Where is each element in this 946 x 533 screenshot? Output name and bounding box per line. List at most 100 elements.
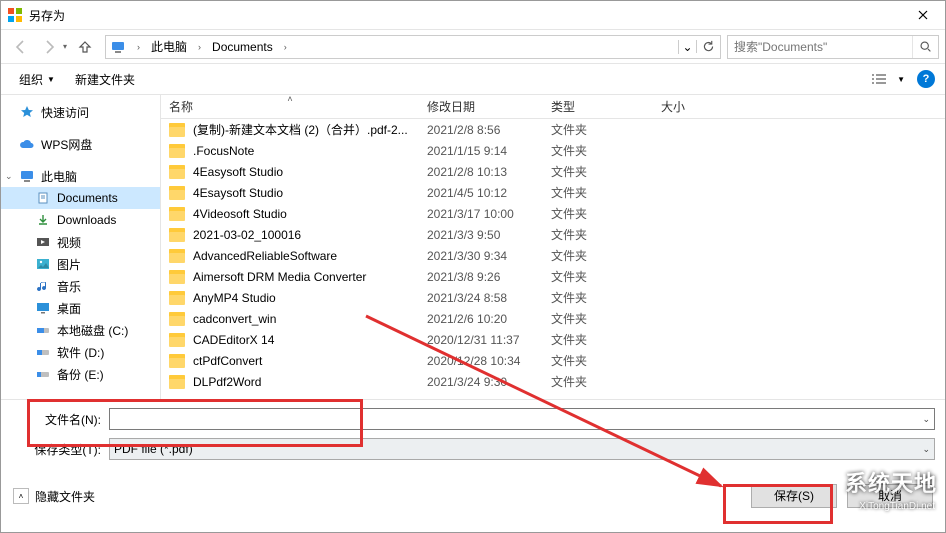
sidebar-item-cdrive[interactable]: 本地磁盘 (C:) [1,319,160,341]
drive-icon [35,322,51,338]
file-row[interactable]: cadconvert_win2021/2/6 10:20文件夹 [161,308,945,329]
file-row[interactable]: DLPdf2Word2021/3/24 9:30文件夹 [161,371,945,392]
file-date: 2021/3/8 9:26 [419,270,543,284]
sidebar-item-desktop[interactable]: 桌面 [1,297,160,319]
filetype-select[interactable]: PDF file (*.pdf) ⌄ [109,438,935,460]
file-row[interactable]: 2021-03-02_1000162021/3/3 9:50文件夹 [161,224,945,245]
address-history-dropdown[interactable]: ⌄ [678,40,696,54]
sidebar-item-edrive[interactable]: 备份 (E:) [1,363,160,385]
folder-icon [169,291,185,305]
folder-icon [169,312,185,326]
view-options-button[interactable]: ▼ [866,72,909,86]
column-name[interactable]: 名称˄ [161,95,419,118]
search-box[interactable] [727,35,939,59]
sidebar-label: Downloads [57,213,116,227]
sidebar-item-wps[interactable]: WPS网盘 [1,133,160,155]
column-date[interactable]: 修改日期 [419,95,543,118]
sidebar-item-pictures[interactable]: 图片 [1,253,160,275]
sidebar-item-documents[interactable]: Documents [1,187,160,209]
folder-icon [169,333,185,347]
file-type: 文件夹 [543,121,653,138]
organize-button[interactable]: 组织▼ [11,68,63,91]
column-size[interactable]: 大小 [653,95,763,118]
sidebar-item-downloads[interactable]: Downloads [1,209,160,231]
breadcrumb-documents[interactable]: Documents [208,36,277,58]
sort-asc-icon: ˄ [287,94,292,104]
file-name: .FocusNote [193,144,254,158]
save-button[interactable]: 保存(S) [751,484,837,508]
drive-icon [35,366,51,382]
hide-folders-toggle[interactable]: ˄ 隐藏文件夹 [13,488,95,505]
sidebar-item-ddrive[interactable]: 软件 (D:) [1,341,160,363]
column-headers: 名称˄ 修改日期 类型 大小 [161,95,945,119]
nav-forward-button[interactable] [35,33,63,61]
search-icon[interactable] [912,36,938,58]
file-date: 2021/1/15 9:14 [419,144,543,158]
new-folder-button[interactable]: 新建文件夹 [67,68,143,91]
file-row[interactable]: ctPdfConvert2020/12/28 10:34文件夹 [161,350,945,371]
sidebar-label: 此电脑 [41,168,77,185]
file-row[interactable]: (复制)-新建文本文档 (2)（合并）.pdf-2...2021/2/8 8:5… [161,119,945,140]
file-row[interactable]: .FocusNote2021/1/15 9:14文件夹 [161,140,945,161]
sidebar-item-quick-access[interactable]: 快速访问 [1,101,160,123]
folder-icon [169,228,185,242]
video-icon [35,234,51,250]
file-name: cadconvert_win [193,312,276,326]
column-type[interactable]: 类型 [543,95,653,118]
folder-icon [169,144,185,158]
sidebar-label: 快速访问 [41,104,89,121]
pictures-icon [35,256,51,272]
filetype-value: PDF file (*.pdf) [114,442,193,456]
folder-icon [169,186,185,200]
file-type: 文件夹 [543,247,653,264]
file-row[interactable]: AdvancedReliableSoftware 2021/3/30 9:34文件… [161,245,945,266]
help-button[interactable]: ? [917,70,935,88]
file-date: 2021/3/24 8:58 [419,291,543,305]
expand-caret-icon[interactable]: ⌄ [5,171,13,182]
file-row[interactable]: CADEditorX 142020/12/31 11:37文件夹 [161,329,945,350]
nav-back-button[interactable] [7,33,35,61]
watermark-url: XiTongTianDi.net [859,501,935,512]
sidebar-label: 视频 [57,234,81,251]
file-row[interactable]: 4Easysoft Studio2021/2/8 10:13文件夹 [161,161,945,182]
file-row[interactable]: 4Videosoft Studio2021/3/17 10:00文件夹 [161,203,945,224]
file-type: 文件夹 [543,310,653,327]
window-close-button[interactable] [901,1,945,29]
file-row[interactable]: 4Esaysoft Studio2021/4/5 10:12文件夹 [161,182,945,203]
file-type: 文件夹 [543,289,653,306]
file-row[interactable]: Aimersoft DRM Media Converter 2021/3/8 9:… [161,266,945,287]
filetype-dropdown-icon[interactable]: ⌄ [922,444,930,455]
file-type: 文件夹 [543,205,653,222]
new-folder-label: 新建文件夹 [75,71,135,88]
hide-folders-label: 隐藏文件夹 [35,488,95,505]
folder-icon [169,354,185,368]
filename-dropdown-icon[interactable]: ⌄ [922,414,930,425]
search-input[interactable] [728,40,912,54]
sidebar-label: 软件 (D:) [57,344,104,361]
sidebar-item-videos[interactable]: 视频 [1,231,160,253]
folder-icon [169,207,185,221]
address-bar[interactable]: › 此电脑 › Documents › ⌄ [105,35,721,59]
file-name: DLPdf2Word [193,375,261,389]
breadcrumb-thispc[interactable]: 此电脑 [147,36,191,58]
sidebar-label: WPS网盘 [41,136,92,153]
filename-input[interactable]: ⌄ [109,408,935,430]
file-date: 2021/2/8 10:13 [419,165,543,179]
file-name: CADEditorX 14 [193,333,274,347]
file-type: 文件夹 [543,226,653,243]
file-name: 2021-03-02_100016 [193,228,301,242]
nav-up-button[interactable] [71,33,99,61]
sidebar-item-music[interactable]: 音乐 [1,275,160,297]
file-date: 2021/4/5 10:12 [419,186,543,200]
sidebar-label: 桌面 [57,300,81,317]
sidebar-item-thispc[interactable]: ⌄ 此电脑 [1,165,160,187]
file-row[interactable]: AnyMP4 Studio2021/3/24 8:58文件夹 [161,287,945,308]
file-date: 2021/3/30 9:34 [419,249,543,263]
filename-label: 文件名(N): [11,411,109,428]
file-name: AdvancedReliableSoftware [193,249,337,263]
file-name: Aimersoft DRM Media Converter [193,270,366,284]
chevron-up-icon: ˄ [13,488,29,504]
nav-history-dropdown[interactable]: ▾ [63,42,67,51]
file-date: 2021/3/17 10:00 [419,207,543,221]
refresh-button[interactable] [696,40,720,53]
